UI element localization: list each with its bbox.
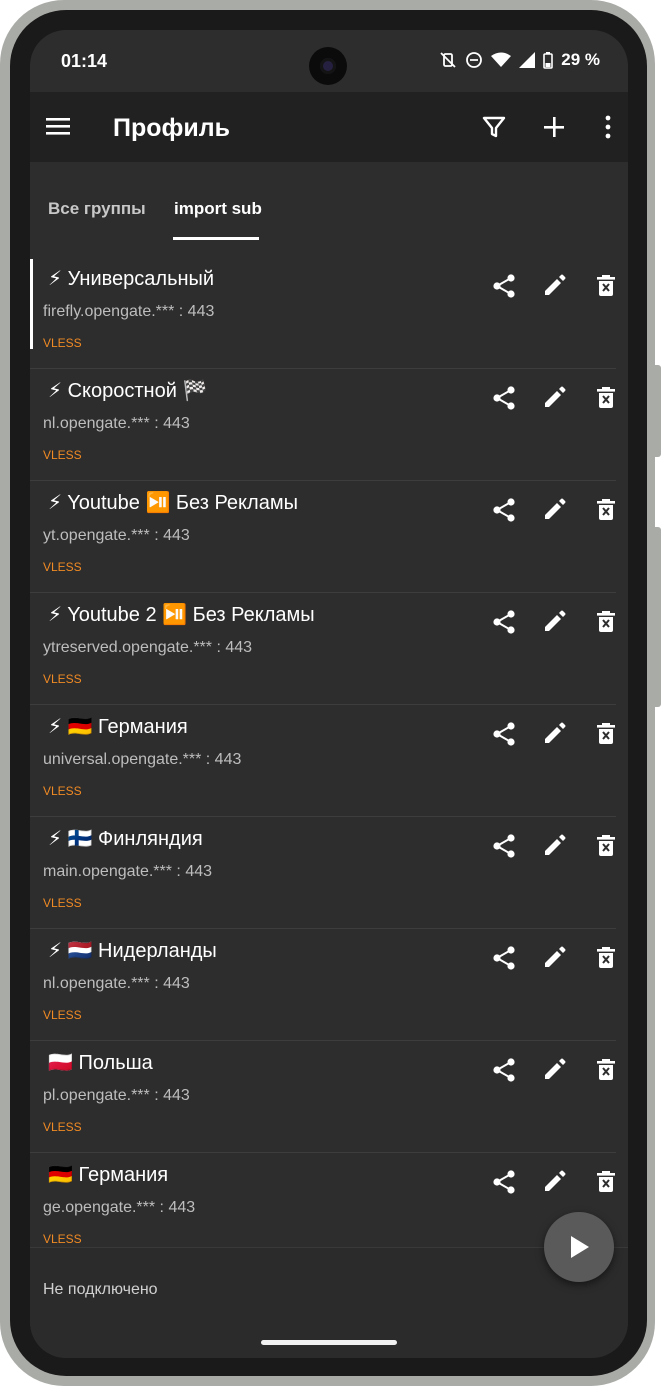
selected-indicator [30,259,33,349]
status-time: 01:14 [61,51,108,71]
server-address: ge.opengate.*** : 443 [43,1199,196,1216]
server-name: ⚡ Youtube ⏯️ Без Рекламы [48,492,298,514]
battery-percent: 29 % [561,50,600,69]
server-protocol: VLESS [43,672,82,686]
server-item[interactable]: ⚡ Универсальный firefly.opengate.*** : 4… [30,257,628,369]
tab-all-groups[interactable]: Все группы [48,199,146,219]
edit-icon[interactable] [540,1056,568,1084]
home-indicator[interactable] [261,1340,397,1345]
server-protocol: VLESS [43,896,82,910]
add-icon[interactable] [540,113,568,141]
power-button [655,527,661,707]
delete-icon[interactable] [592,720,620,748]
play-icon [571,1236,589,1258]
server-address: nl.opengate.*** : 443 [43,975,190,992]
server-protocol: VLESS [43,784,82,798]
edit-icon[interactable] [540,272,568,300]
connection-status: Не подключено [43,1281,158,1298]
front-camera [309,47,347,85]
server-name: ⚡ Скоростной 🏁 [48,380,208,402]
delete-icon[interactable] [592,608,620,636]
edit-icon[interactable] [540,720,568,748]
battery-icon [543,51,554,69]
server-protocol: VLESS [43,1008,82,1022]
vibrate-off-icon [440,52,456,68]
server-protocol: VLESS [43,1120,82,1134]
delete-icon[interactable] [592,496,620,524]
share-icon[interactable] [490,384,518,412]
server-name: ⚡ Youtube 2 ⏯️ Без Рекламы [48,604,315,626]
delete-icon[interactable] [592,832,620,860]
edit-icon[interactable] [540,496,568,524]
share-icon[interactable] [490,608,518,636]
server-name: 🇩🇪 Германия [48,1164,169,1186]
active-tab-indicator [173,237,259,240]
delete-icon[interactable] [592,384,620,412]
server-address: nl.opengate.*** : 443 [43,415,190,432]
wifi-icon [491,52,512,67]
server-item[interactable]: ⚡ 🇫🇮 Финляндия main.opengate.*** : 443 V… [30,817,628,929]
server-name: ⚡ 🇩🇪 Германия [48,716,188,738]
server-protocol: VLESS [43,448,82,462]
menu-icon[interactable] [44,114,72,138]
share-icon[interactable] [490,1168,518,1196]
server-item[interactable]: ⚡ Youtube ⏯️ Без Рекламы yt.opengate.***… [30,481,628,593]
server-protocol: VLESS [43,1232,82,1246]
app-bar: Профиль [30,92,628,162]
delete-icon[interactable] [592,944,620,972]
server-name: ⚡ Универсальный [48,268,215,290]
edit-icon[interactable] [540,944,568,972]
share-icon[interactable] [490,832,518,860]
tab-import-sub[interactable]: import sub [174,199,262,219]
server-item[interactable]: ⚡ Youtube 2 ⏯️ Без Рекламы ytreserved.op… [30,593,628,705]
server-protocol: VLESS [43,560,82,574]
do-not-disturb-icon [466,52,483,68]
volume-button [655,365,661,457]
share-icon[interactable] [490,944,518,972]
screen: 01:14 29 % Профиль Все группы import sub… [30,30,628,1358]
delete-icon[interactable] [592,1056,620,1084]
edit-icon[interactable] [540,1168,568,1196]
server-list: ⚡ Универсальный firefly.opengate.*** : 4… [30,257,628,1265]
edit-icon[interactable] [540,832,568,860]
status-bar: 01:14 29 % [30,30,628,92]
delete-icon[interactable] [592,1168,620,1196]
share-icon[interactable] [490,496,518,524]
share-icon[interactable] [490,720,518,748]
server-item[interactable]: ⚡ Скоростной 🏁 nl.opengate.*** : 443 VLE… [30,369,628,481]
server-protocol: VLESS [43,336,82,350]
share-icon[interactable] [490,272,518,300]
server-address: pl.opengate.*** : 443 [43,1087,190,1104]
server-address: main.opengate.*** : 443 [43,863,213,880]
tab-bar: Все группы import sub [30,162,628,240]
delete-icon[interactable] [592,272,620,300]
server-name: ⚡ 🇳🇱 Нидерланды [48,940,217,962]
server-name: 🇵🇱 Польша [48,1052,153,1074]
filter-icon[interactable] [480,113,508,141]
server-item[interactable]: 🇵🇱 Польша pl.opengate.*** : 443 VLESS [30,1041,628,1153]
server-address: ytreserved.opengate.*** : 443 [43,639,253,656]
more-vert-icon[interactable] [594,113,622,141]
cellular-signal-icon [519,52,536,68]
server-item[interactable]: ⚡ 🇳🇱 Нидерланды nl.opengate.*** : 443 VL… [30,929,628,1041]
page-title: Профиль [113,114,231,142]
server-item[interactable]: ⚡ 🇩🇪 Германия universal.opengate.*** : 4… [30,705,628,817]
connect-fab[interactable] [544,1212,614,1282]
status-icons: 29 % [439,50,600,70]
server-name: ⚡ 🇫🇮 Финляндия [48,828,203,850]
edit-icon[interactable] [540,608,568,636]
server-address: firefly.opengate.*** : 443 [43,303,215,320]
edit-icon[interactable] [540,384,568,412]
server-address: universal.opengate.*** : 443 [43,751,242,768]
server-address: yt.opengate.*** : 443 [43,527,190,544]
share-icon[interactable] [490,1056,518,1084]
